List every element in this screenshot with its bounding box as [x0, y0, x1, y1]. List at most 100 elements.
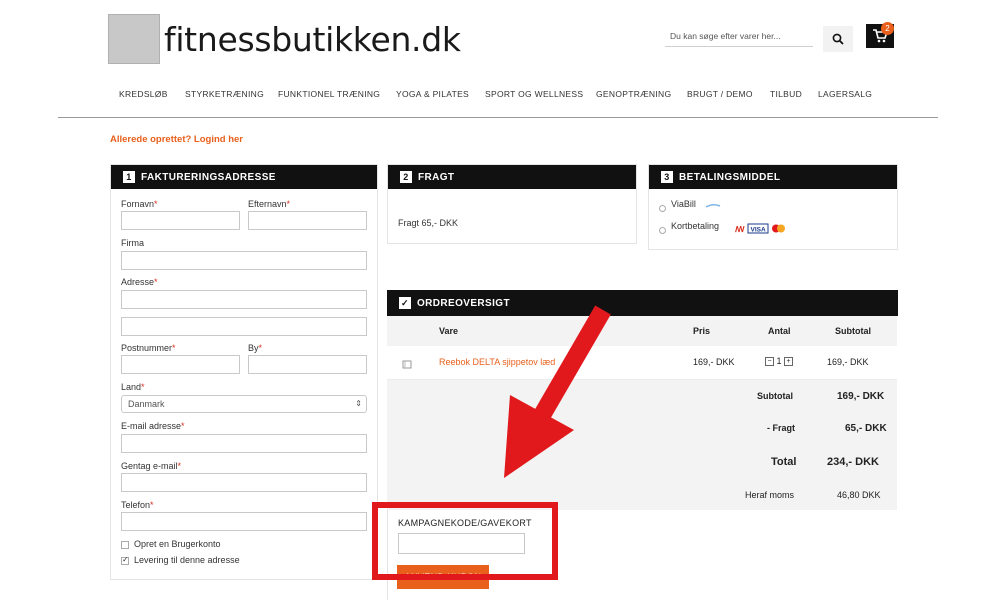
brand-name: fitnessbutikken.dk [164, 19, 461, 59]
required-mark: * [172, 343, 176, 353]
postcode-label: Postnummer* [121, 343, 176, 353]
order-header: ✓ ORDREOVERSIGT [387, 290, 898, 316]
header-divider [58, 117, 938, 118]
subtotal-value: 169,- DKK [837, 391, 885, 402]
required-mark: * [181, 421, 185, 431]
nav-item-kredslob[interactable]: KREDSLØB [119, 89, 185, 99]
email-repeat-label-text: Gentag e-mail [121, 461, 178, 471]
search-input[interactable] [665, 25, 813, 47]
nav-item-lagersalg[interactable]: LAGERSALG [818, 89, 878, 99]
svg-text:VISA: VISA [751, 227, 766, 234]
logo-image [108, 14, 160, 64]
card-logos-icon: ꟿ VISA [735, 223, 785, 234]
nav-item-yoga-pilates[interactable]: YOGA & PILATES [396, 89, 485, 99]
checkmark-icon: ✓ [399, 297, 411, 309]
search-button[interactable] [823, 26, 853, 52]
payment-header: 3 BETALINGSMIDDEL [649, 165, 897, 189]
billing-panel: 1 FAKTURERINGSADRESSE Fornavn* Efternavn… [110, 164, 378, 580]
country-label-text: Land [121, 382, 142, 392]
quantity-value: 1 [776, 356, 782, 366]
address-label: Adresse* [121, 277, 158, 287]
nav-item-genoptraening[interactable]: GENOPTRÆNING [596, 89, 687, 99]
product-subtotal: 169,- DKK [827, 357, 869, 367]
lastname-field[interactable] [248, 211, 367, 230]
payment-panel: 3 BETALINGSMIDDEL ViaBill Kortbetaling ꟿ… [648, 164, 898, 250]
address-line2-field[interactable] [121, 317, 367, 336]
card-payment-radio[interactable] [659, 227, 666, 234]
nav-item-styrketraening[interactable]: STYRKETRÆNING [185, 89, 278, 99]
summary-row-shipping: - Fragt 65,- DKK [387, 412, 897, 446]
shipping-step-number: 2 [400, 171, 412, 183]
required-mark: * [141, 382, 145, 392]
postcode-field[interactable] [121, 355, 240, 374]
address-field[interactable] [121, 290, 367, 309]
quantity-stepper[interactable]: − 1 + [765, 356, 794, 367]
create-account-label: Opret en Brugerkonto [134, 539, 221, 549]
required-mark: * [154, 277, 158, 287]
firstname-field[interactable] [121, 211, 240, 230]
email-label: E-mail adresse* [121, 421, 185, 431]
deliver-here-checkbox[interactable] [121, 555, 129, 565]
main-nav: KREDSLØB STYRKETRÆNING FUNKTIONEL TRÆNIN… [119, 89, 878, 99]
phone-label-text: Telefon [121, 500, 151, 510]
login-link[interactable]: Allerede oprettet? Logind her [110, 134, 243, 145]
summary-row-subtotal: Subtotal 169,- DKK [387, 380, 897, 412]
card-payment-label: Kortbetaling [671, 221, 720, 231]
create-account-checkbox[interactable] [121, 541, 129, 549]
col-header-item: Vare [439, 326, 459, 336]
total-value: 234,- DKK [827, 456, 879, 468]
viabill-label: ViaBill [671, 199, 696, 209]
email-repeat-field[interactable] [121, 473, 367, 492]
city-field[interactable] [248, 355, 367, 374]
email-field[interactable] [121, 434, 367, 453]
company-field[interactable] [121, 251, 367, 270]
increase-qty-button[interactable]: + [784, 357, 794, 367]
postcode-label-text: Postnummer [121, 343, 173, 353]
col-header-price: Pris [693, 326, 711, 336]
brand-logo[interactable]: fitnessbutikken.dk [108, 14, 461, 64]
annotation-arrow-icon [504, 305, 611, 478]
phone-field[interactable] [121, 512, 367, 531]
country-label: Land* [121, 382, 145, 392]
deliver-here-label: Levering til denne adresse [134, 555, 240, 565]
shipping-fee-label: - Fragt [767, 423, 795, 433]
shipping-title: FRAGT [418, 171, 455, 183]
col-header-subtotal: Subtotal [835, 326, 871, 336]
city-label-text: By [248, 343, 259, 353]
total-label: Total [771, 456, 797, 468]
cart-count-badge: 2 [881, 22, 894, 35]
viabill-radio[interactable] [659, 205, 666, 212]
order-table-header: Vare Pris Antal Subtotal [387, 316, 897, 346]
table-row: Reebok DELTA sjippetov læd 169,- DKK − 1… [387, 346, 897, 380]
shipping-fee-value: 65,- DKK [845, 423, 887, 434]
firstname-label: Fornavn* [121, 199, 158, 209]
required-mark: * [177, 461, 182, 471]
email-repeat-label: Gentag e-mail* [121, 461, 181, 471]
svg-text:ꟿ: ꟿ [735, 225, 745, 234]
nav-item-sport-wellness[interactable]: SPORT OG WELLNESS [485, 89, 596, 99]
billing-header: 1 FAKTURERINGSADRESSE [111, 165, 377, 189]
required-mark: * [150, 500, 154, 510]
billing-step-number: 1 [123, 171, 135, 183]
product-price: 169,- DKK [693, 357, 735, 367]
updown-arrow-icon: ⇕ [355, 399, 362, 408]
city-label: By* [248, 343, 262, 353]
nav-item-funktionel-traening[interactable]: FUNKTIONEL TRÆNING [278, 89, 396, 99]
shipping-option-text: Fragt 65,- DKK [398, 218, 459, 228]
decrease-qty-button[interactable]: − [765, 357, 774, 367]
required-mark: * [154, 199, 158, 209]
country-select[interactable]: Danmark ⇕ [121, 395, 367, 413]
vat-label: Heraf moms [745, 490, 795, 500]
shipping-header: 2 FRAGT [388, 165, 636, 189]
email-label-text: E-mail adresse [121, 421, 182, 431]
country-select-value: Danmark [128, 399, 165, 409]
search-icon [832, 33, 844, 45]
nav-item-brugt-demo[interactable]: BRUGT / DEMO [687, 89, 770, 99]
lastname-label: Efternavn* [248, 199, 290, 209]
product-thumbnail-icon [402, 360, 412, 369]
firstname-label-text: Fornavn [121, 199, 155, 209]
nav-item-tilbud[interactable]: TILBUD [770, 89, 818, 99]
lastname-label-text: Efternavn [248, 199, 287, 209]
col-header-qty: Antal [768, 326, 791, 336]
phone-label: Telefon* [121, 500, 154, 510]
